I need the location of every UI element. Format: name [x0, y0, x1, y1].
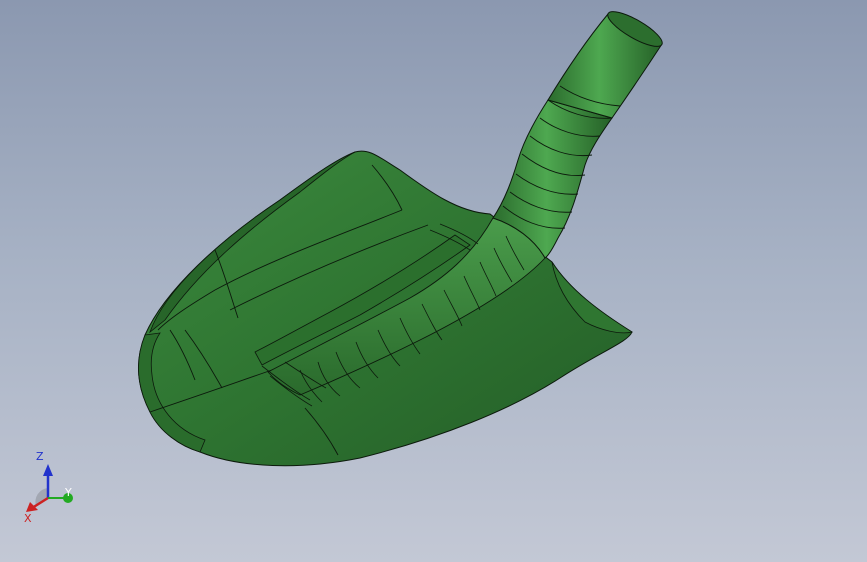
coordinate-triad[interactable]: Z X Y	[18, 446, 88, 526]
y-axis-label: Y	[64, 486, 72, 499]
shovel-model[interactable]	[0, 0, 867, 562]
z-axis-arrow	[43, 464, 53, 476]
x-axis-label: X	[24, 512, 32, 525]
graphics-viewport[interactable]: Z X Y	[0, 0, 867, 562]
z-axis-label: Z	[36, 450, 44, 463]
